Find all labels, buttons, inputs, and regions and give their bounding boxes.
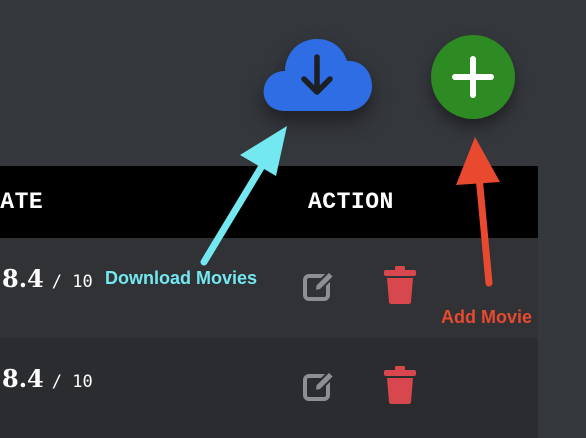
table-row: 8.4 / 10 bbox=[0, 338, 538, 438]
cloud-download-icon bbox=[263, 39, 372, 111]
trash-icon bbox=[384, 266, 416, 304]
rating: 8.4 / 10 bbox=[2, 264, 93, 293]
add-movie-annotation: Add Movie bbox=[441, 307, 533, 327]
add-movie-button[interactable] bbox=[431, 35, 515, 119]
delete-button[interactable] bbox=[383, 265, 417, 305]
edit-icon bbox=[303, 370, 336, 401]
column-header-rate: RATE bbox=[0, 189, 44, 215]
edit-icon bbox=[303, 270, 336, 301]
download-movies-button[interactable] bbox=[259, 33, 377, 115]
column-header-action: ACTION bbox=[308, 189, 394, 215]
rating-scale: / 10 bbox=[51, 272, 93, 292]
trash-icon bbox=[384, 366, 416, 404]
movies-table: RATE ACTION 8.4 / 10 8.4 / 10 bbox=[0, 166, 538, 438]
plus-icon bbox=[452, 56, 494, 98]
rating-scale: / 10 bbox=[51, 372, 93, 392]
table-header: RATE ACTION bbox=[0, 166, 538, 238]
rating-value: 8.4 bbox=[2, 264, 44, 293]
delete-button[interactable] bbox=[383, 365, 417, 405]
rating-value: 8.4 bbox=[2, 364, 44, 393]
download-movies-annotation: Download Movies bbox=[105, 268, 258, 288]
edit-button[interactable] bbox=[301, 268, 337, 304]
edit-button[interactable] bbox=[301, 368, 337, 404]
rating: 8.4 / 10 bbox=[2, 364, 93, 393]
